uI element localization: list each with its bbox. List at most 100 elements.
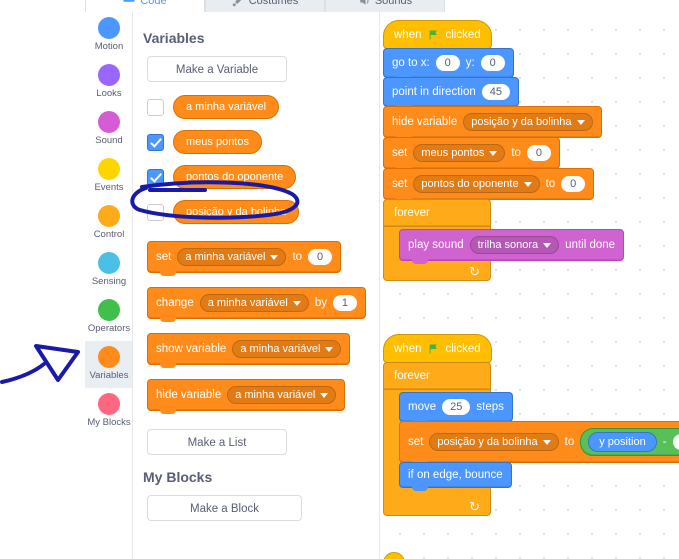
set-value-input[interactable]: 0	[526, 145, 551, 161]
category-sensing[interactable]: Sensing	[85, 247, 132, 294]
variable-checkbox-3[interactable]	[147, 168, 164, 186]
y-position-reporter[interactable]: y position	[588, 432, 657, 452]
point-in-direction-block[interactable]: point in direction 45	[383, 77, 519, 110]
category-sound[interactable]: Sound	[85, 106, 132, 153]
move-steps-block[interactable]: move 25 steps	[399, 392, 513, 425]
palette-change-variable-block[interactable]: change a minha variável by 1	[147, 287, 366, 322]
block-notch	[160, 409, 176, 414]
make-a-block-button[interactable]: Make a Block	[147, 495, 302, 521]
chevron-down-icon	[576, 119, 585, 125]
clicked-label: clicked	[445, 343, 481, 355]
when-flag-clicked-hat-3[interactable]	[383, 552, 405, 559]
change-variable-dropdown[interactable]: a minha variável	[199, 294, 309, 312]
variable-checkbox-2[interactable]	[147, 133, 164, 151]
make-a-list-button[interactable]: Make a List	[147, 429, 287, 455]
play-sound-label: play sound	[408, 239, 464, 251]
set-pontos-oponente-block[interactable]: set pontos do oponente to 0	[383, 168, 595, 203]
go-to-xy-block[interactable]: go to x: 0 y: 0	[383, 48, 514, 81]
subtract-operator-block[interactable]: y position - 0	[580, 428, 679, 456]
category-variables-label: Variables	[89, 370, 129, 381]
green-flag-icon	[429, 30, 437, 40]
category-sensing-label: Sensing	[91, 276, 127, 287]
set-posicao-y-block[interactable]: set posição y da bolinha to y position -…	[399, 421, 679, 466]
forever-label-block[interactable]: forever	[383, 362, 491, 390]
change-label: change	[156, 297, 194, 309]
palette-set-variable-block[interactable]: set a minha variável to 0	[147, 241, 342, 276]
variable-row-2[interactable]: meus pontos	[147, 129, 379, 155]
play-sound-until-done-block[interactable]: play sound trilha sonora until done	[399, 229, 625, 264]
make-a-variable-button[interactable]: Make a Variable	[147, 56, 287, 82]
forever-label-block[interactable]: forever	[383, 199, 491, 227]
variable-checkbox-4[interactable]	[147, 203, 164, 221]
tab-code[interactable]: Code	[85, 0, 205, 12]
tab-sounds[interactable]: Sounds	[325, 0, 445, 12]
sound-dot-icon	[98, 111, 120, 133]
set-variable-dropdown[interactable]: meus pontos	[413, 144, 506, 162]
category-motion[interactable]: Motion	[85, 12, 132, 59]
block-palette[interactable]: Variables Make a Variable a minha variáv…	[133, 12, 380, 559]
palette-hide-variable-block[interactable]: hide variable a minha variável	[147, 379, 346, 414]
point-in-direction-input[interactable]: 45	[481, 84, 510, 100]
category-my-blocks-label: My Blocks	[87, 417, 131, 428]
move-steps-input[interactable]: 25	[442, 399, 471, 415]
set-to-label: to	[545, 178, 556, 190]
when-flag-clicked-hat-2[interactable]: when clicked	[383, 334, 492, 363]
category-control[interactable]: Control	[85, 200, 132, 247]
palette-show-variable-block[interactable]: show variable a minha variável	[147, 333, 351, 368]
play-sound-value: trilha sonora	[477, 239, 539, 251]
chevron-down-icon	[489, 150, 498, 156]
set-value-input[interactable]: 0	[308, 249, 333, 265]
until-done-label: until done	[565, 239, 616, 251]
when-flag-clicked-hat-1[interactable]: when clicked	[383, 20, 492, 49]
category-looks[interactable]: Looks	[85, 59, 132, 106]
operators-dot-icon	[98, 299, 120, 321]
subtract-right-input[interactable]: 0	[672, 434, 679, 450]
variable-reporter-4[interactable]: posição y da bolinha	[173, 200, 300, 224]
go-to-y-input[interactable]: 0	[480, 55, 505, 71]
tab-costumes[interactable]: Costumes	[205, 0, 325, 12]
set-label: set	[392, 178, 408, 190]
category-my-blocks[interactable]: My Blocks	[85, 388, 132, 435]
category-sidebar: Motion Looks Sound Events Control Sensin…	[85, 12, 133, 559]
change-value-input[interactable]: 1	[332, 295, 357, 311]
palette-heading-my-blocks: My Blocks	[143, 469, 213, 485]
set-to-label: to	[292, 251, 303, 263]
script-canvas[interactable]: when clicked go to x: 0 y: 0 point in di…	[380, 12, 679, 559]
events-dot-icon	[98, 158, 120, 180]
category-events[interactable]: Events	[85, 153, 132, 200]
variable-row-3[interactable]: pontos do oponente	[147, 164, 379, 190]
go-to-x-input[interactable]: 0	[435, 55, 460, 71]
hide-variable-dropdown[interactable]: a minha variável	[227, 386, 337, 404]
variable-reporter-1[interactable]: a minha variável	[173, 95, 280, 119]
forever-loop-2[interactable]: forever ↻ move 25 steps set posição y da…	[383, 362, 679, 516]
variable-checkbox-1[interactable]	[147, 98, 164, 116]
set-meus-pontos-block[interactable]: set meus pontos to 0	[383, 137, 560, 172]
set-variable-dropdown[interactable]: posição y da bolinha	[429, 433, 559, 451]
variables-dot-icon	[98, 346, 120, 368]
block-notch	[412, 259, 428, 264]
variable-row-4[interactable]: posição y da bolinha	[147, 199, 379, 225]
chevron-down-icon	[523, 181, 532, 187]
variable-reporter-2[interactable]: meus pontos	[173, 130, 262, 154]
block-notch	[160, 363, 176, 368]
if-on-edge-bounce-block[interactable]: if on edge, bounce	[399, 462, 512, 491]
forever-loop-1[interactable]: forever ↻ play sound trilha sonora until…	[383, 199, 625, 281]
variable-reporter-3[interactable]: pontos do oponente	[173, 165, 297, 189]
category-variables[interactable]: Variables	[85, 341, 132, 388]
set-value-input[interactable]: 0	[561, 176, 586, 192]
show-variable-dropdown[interactable]: a minha variável	[232, 340, 342, 358]
change-by-label: by	[314, 297, 327, 309]
variable-row-1[interactable]: a minha variável	[147, 94, 379, 120]
control-dot-icon	[98, 205, 120, 227]
set-variable-dropdown[interactable]: pontos do oponente	[413, 175, 540, 193]
green-flag-icon	[429, 344, 437, 354]
play-sound-dropdown[interactable]: trilha sonora	[469, 236, 560, 254]
hide-variable-dropdown[interactable]: posição y da bolinha	[463, 113, 593, 131]
category-looks-label: Looks	[96, 88, 122, 99]
loop-arrow-icon: ↻	[469, 498, 480, 514]
set-variable-dropdown[interactable]: a minha variável	[177, 248, 287, 266]
loop-arrow-icon: ↻	[469, 263, 480, 279]
hide-variable-block[interactable]: hide variable posição y da bolinha	[383, 106, 602, 141]
looks-dot-icon	[98, 64, 120, 86]
category-operators[interactable]: Operators	[85, 294, 132, 341]
